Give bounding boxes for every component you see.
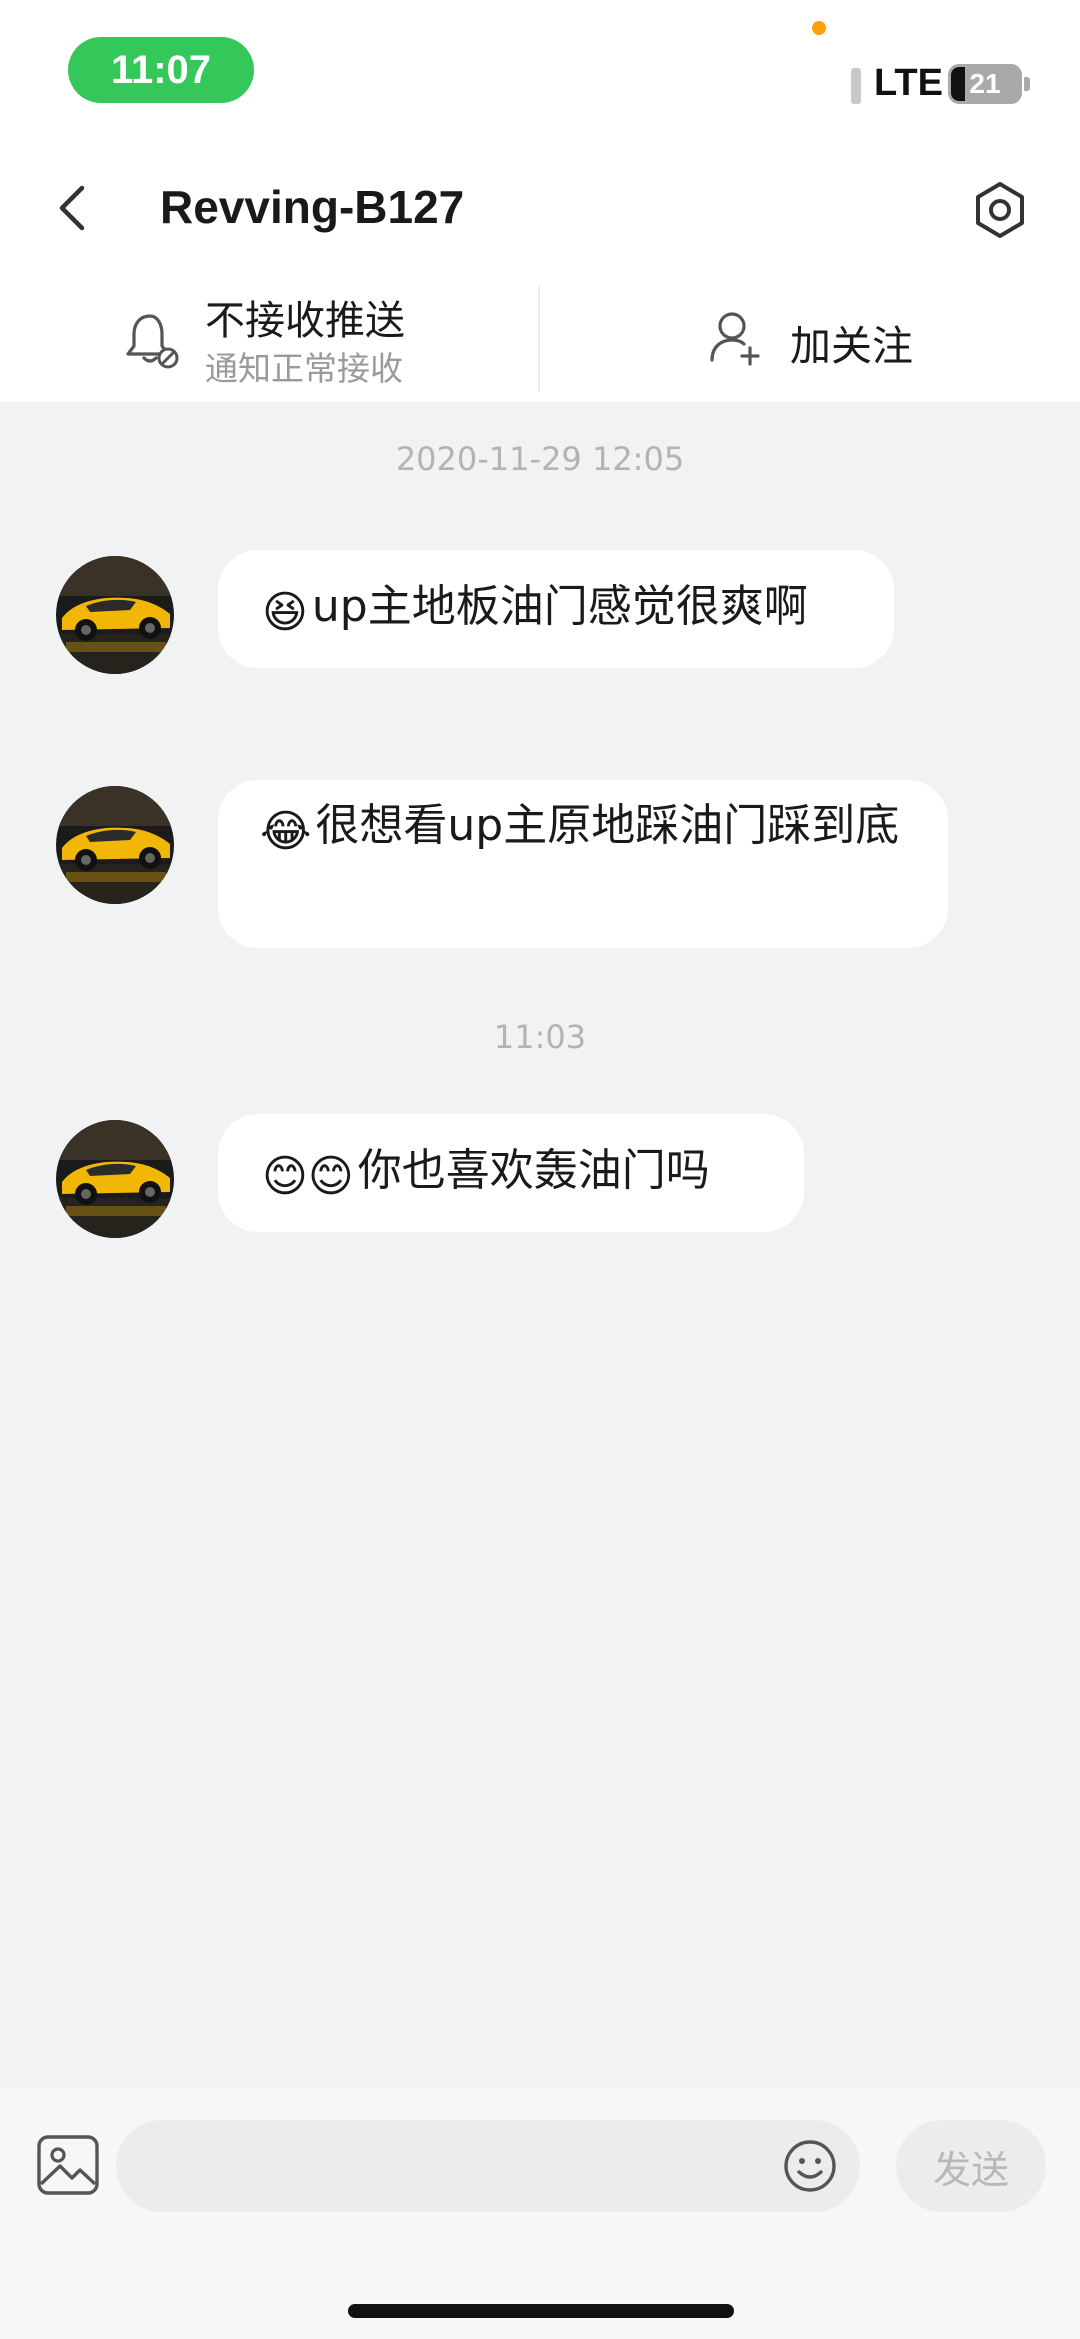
car-avatar-image: [56, 556, 174, 674]
message-bubble[interactable]: 😊😊你也喜欢轰油门吗: [218, 1114, 804, 1232]
add-user-icon: [710, 312, 760, 366]
nav-bar: Revving-B127: [0, 140, 1080, 274]
message-text: 很想看up主原地踩油门踩到底: [315, 800, 900, 851]
bell-muted-icon: [126, 314, 179, 369]
hexagon-gear-icon[interactable]: [970, 180, 1030, 240]
mute-push-title: 不接收推送: [205, 298, 405, 344]
avatar[interactable]: [56, 1120, 174, 1238]
network-type: LTE: [874, 62, 943, 104]
message-text: 你也喜欢轰油门吗: [357, 1145, 710, 1196]
chevron-left-icon[interactable]: [52, 182, 98, 234]
grinning-robot-emoji: 😆: [262, 587, 308, 638]
chat-timestamp: 11:03: [493, 1018, 587, 1056]
smiley-icon[interactable]: [782, 2138, 838, 2194]
smiling-emoji: 😊😊: [262, 1151, 354, 1202]
message-bubble[interactable]: 😂很想看up主原地踩油门踩到底: [218, 780, 948, 948]
car-avatar-image: [56, 1120, 174, 1238]
home-indicator[interactable]: [348, 2304, 734, 2318]
status-time[interactable]: 11:07: [68, 37, 254, 103]
message-text: up主地板油门感觉很爽啊: [311, 581, 808, 632]
privacy-indicator-dot: [812, 21, 826, 35]
image-icon[interactable]: [36, 2134, 100, 2196]
mute-push-subtitle: 通知正常接收: [205, 349, 403, 388]
follow-label: 加关注: [790, 322, 913, 370]
avatar[interactable]: [56, 786, 174, 904]
battery-cap: [1024, 77, 1030, 91]
chat-timestamp: 2020-11-29 12:05: [395, 440, 685, 478]
input-bar: 发送: [0, 2088, 1080, 2339]
page-title: Revving-B127: [160, 181, 465, 233]
car-avatar-image: [56, 786, 174, 904]
battery-icon: 21: [948, 64, 1022, 104]
message-input[interactable]: [116, 2120, 860, 2212]
send-button[interactable]: 发送: [896, 2120, 1046, 2212]
chat-area[interactable]: 2020-11-29 12:05 😆up主地板油门感觉很爽啊 😂很想看up主原地…: [0, 402, 1080, 2088]
cellular-signal-icon: [806, 66, 880, 805]
tears-of-joy-emoji: 😂: [260, 806, 312, 857]
follow-button[interactable]: 加关注: [540, 274, 1080, 402]
avatar[interactable]: [56, 556, 174, 674]
action-bar: 不接收推送 通知正常接收 加关注: [0, 274, 1080, 402]
message-bubble[interactable]: 😆up主地板油门感觉很爽啊: [218, 550, 894, 668]
status-bar: 11:07 LTE 21: [0, 0, 1080, 805]
battery-percent: 21: [969, 68, 1001, 99]
mute-push-button[interactable]: 不接收推送 通知正常接收: [0, 274, 538, 402]
